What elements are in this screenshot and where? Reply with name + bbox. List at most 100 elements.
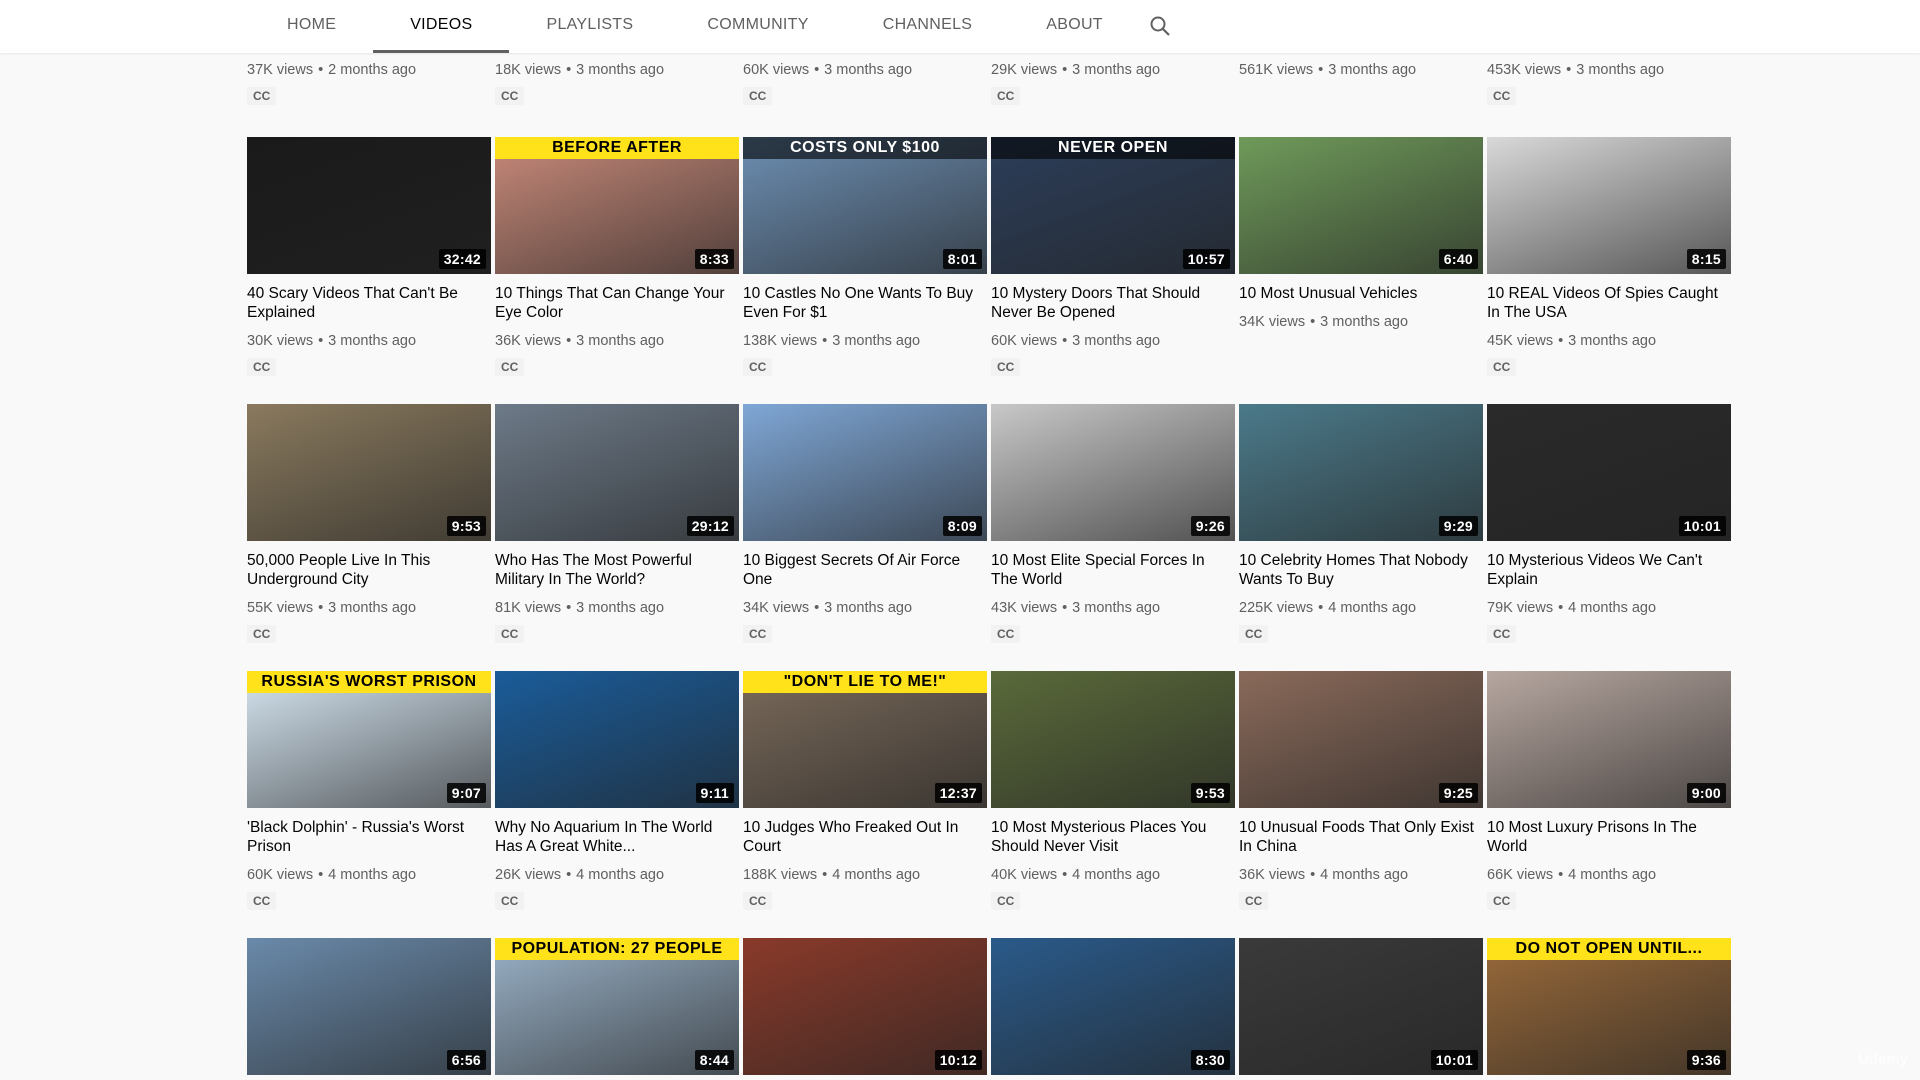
view-count: 60K views [247,867,314,883]
tab-playlists[interactable]: PLAYLISTS [509,0,670,50]
tab-channels[interactable]: CHANNELS [846,0,1010,50]
upload-age: 3 months ago [1576,62,1665,78]
video-thumbnail[interactable]: 6:40 [1239,137,1483,274]
view-count: 225K views [1239,600,1314,616]
video-title[interactable]: 10 Most Luxury Prisons In The World [1487,818,1731,856]
video-thumbnail[interactable]: 8:09 [743,404,987,541]
meta-dot: • [1062,600,1068,616]
video-card: COSTS ONLY $100 8:01 10 Castles No One W… [743,137,987,376]
cc-badge: CC [495,625,525,643]
video-thumbnail[interactable]: "DON'T LIE TO ME!" 12:37 [743,671,987,808]
video-thumbnail[interactable]: 10:01 [1487,404,1731,541]
meta-dot: • [318,333,324,349]
video-title[interactable]: 10 REAL Videos Of Spies Caught In The US… [1487,284,1731,322]
video-thumbnail[interactable]: 10:01 [1239,938,1483,1075]
video-title[interactable]: 10 Most Unusual Vehicles [1239,284,1483,303]
video-thumbnail[interactable]: NEVER OPEN 10:57 [991,137,1235,274]
thumbnail-caption: RUSSIA'S WORST PRISON [247,671,491,693]
search-icon[interactable] [1148,14,1172,38]
video-meta: 81K views • 3 months ago [495,600,739,616]
upload-age: 4 months ago [1328,600,1417,616]
cc-badge: CC [991,87,1021,105]
video-thumbnail[interactable]: 9:00 [1487,671,1731,808]
upload-age: 4 months ago [1320,867,1409,883]
video-title[interactable]: 40 Scary Videos That Can't Be Explained [247,284,491,322]
video-thumbnail[interactable]: 9:53 [991,671,1235,808]
video-card: 18K views • 3 months ago CC [495,62,739,105]
channel-tab-bar: HOME VIDEOS PLAYLISTS COMMUNITY CHANNELS ABOU… [0,0,1920,53]
video-thumbnail[interactable]: 9:53 [247,404,491,541]
video-thumbnail[interactable]: POPULATION: 27 PEOPLE 8:44 [495,938,739,1075]
meta-dot: • [1558,867,1564,883]
video-title[interactable]: Why No Aquarium In The World Has A Great… [495,818,739,856]
channel-tabs: HOME VIDEOS PLAYLISTS COMMUNITY CHANNELS ABOU… [250,0,1140,53]
video-title[interactable]: 10 Celebrity Homes That Nobody Wants To … [1239,551,1483,589]
video-duration: 8:33 [694,249,734,269]
video-thumbnail[interactable]: 32:42 [247,137,491,274]
video-thumbnail[interactable]: 6:56 [247,938,491,1075]
video-meta: 561K views • 3 months ago [1239,62,1483,78]
thumbnail-caption: POPULATION: 27 PEOPLE [495,938,739,960]
video-thumbnail[interactable]: 9:11 [495,671,739,808]
tab-community[interactable]: COMMUNITY [670,0,845,50]
video-meta: 34K views • 3 months ago [743,600,987,616]
video-thumbnail[interactable]: 8:30 [991,938,1235,1075]
video-title[interactable]: 'Black Dolphin' - Russia's Worst Prison [247,818,491,856]
tab-about[interactable]: ABOUT [1009,0,1140,50]
video-title[interactable]: 10 Mystery Doors That Should Never Be Op… [991,284,1235,322]
video-card: 9:53 10 Most Mysterious Places You Shoul… [991,671,1235,910]
upload-age: 3 months ago [1072,333,1161,349]
video-row: 6:56 POPULATION: 27 PEOPLE 8:44 10:12 8:… [247,938,1735,1075]
meta-dot: • [1318,62,1324,78]
video-title[interactable]: Who Has The Most Powerful Military In Th… [495,551,739,589]
cc-badge: CC [1487,625,1517,643]
meta-dot: • [318,600,324,616]
tab-home[interactable]: HOME [250,0,373,50]
video-title[interactable]: 10 Biggest Secrets Of Air Force One [743,551,987,589]
video-thumbnail[interactable]: 10:12 [743,938,987,1075]
video-title[interactable]: 10 Most Mysterious Places You Should Nev… [991,818,1235,856]
video-card: BEFORE AFTER 8:33 10 Things That Can Cha… [495,137,739,376]
view-count: 43K views [991,600,1058,616]
video-title[interactable]: 10 Unusual Foods That Only Exist In Chin… [1239,818,1483,856]
video-thumbnail[interactable]: COSTS ONLY $100 8:01 [743,137,987,274]
video-meta: 66K views • 4 months ago [1487,867,1731,883]
video-thumbnail[interactable]: 29:12 [495,404,739,541]
video-card: 6:40 10 Most Unusual Vehicles 34K views •… [1239,137,1483,376]
video-thumbnail[interactable]: 9:29 [1239,404,1483,541]
video-meta: 453K views • 3 months ago [1487,62,1731,78]
view-count: 36K views [1239,867,1306,883]
video-thumbnail[interactable]: DO NOT OPEN UNTIL... 9:36 [1487,938,1731,1075]
video-duration: 9:25 [1438,783,1478,803]
meta-dot: • [566,867,572,883]
video-thumbnail[interactable]: 9:26 [991,404,1235,541]
view-count: 18K views [495,62,562,78]
video-meta: 45K views • 3 months ago [1487,333,1731,349]
meta-dot: • [566,600,572,616]
video-title[interactable]: 10 Mysterious Videos We Can't Explain [1487,551,1731,589]
view-count: 30K views [247,333,314,349]
video-title[interactable]: 10 Most Elite Special Forces In The Worl… [991,551,1235,589]
video-meta: 26K views • 4 months ago [495,867,739,883]
video-card: 9:29 10 Celebrity Homes That Nobody Want… [1239,404,1483,643]
video-thumbnail[interactable]: RUSSIA'S WORST PRISON 9:07 [247,671,491,808]
video-duration: 6:40 [1438,249,1478,269]
video-title[interactable]: 10 Judges Who Freaked Out In Court [743,818,987,856]
cc-badge: CC [495,892,525,910]
view-count: 29K views [991,62,1058,78]
video-thumbnail[interactable]: BEFORE AFTER 8:33 [495,137,739,274]
upload-age: 3 months ago [328,600,417,616]
video-meta: 29K views • 3 months ago [991,62,1235,78]
video-title[interactable]: 10 Things That Can Change Your Eye Color [495,284,739,322]
view-count: 40K views [991,867,1058,883]
video-thumbnail[interactable]: 8:15 [1487,137,1731,274]
cc-badge: CC [247,358,277,376]
video-card: 32:42 40 Scary Videos That Can't Be Expl… [247,137,491,376]
video-duration: 8:15 [1686,249,1726,269]
video-duration: 8:09 [942,516,982,536]
tab-videos[interactable]: VIDEOS [373,0,510,53]
video-card: DO NOT OPEN UNTIL... 9:36 [1487,938,1731,1075]
video-title[interactable]: 10 Castles No One Wants To Buy Even For … [743,284,987,322]
video-thumbnail[interactable]: 9:25 [1239,671,1483,808]
video-title[interactable]: 50,000 People Live In This Underground C… [247,551,491,589]
